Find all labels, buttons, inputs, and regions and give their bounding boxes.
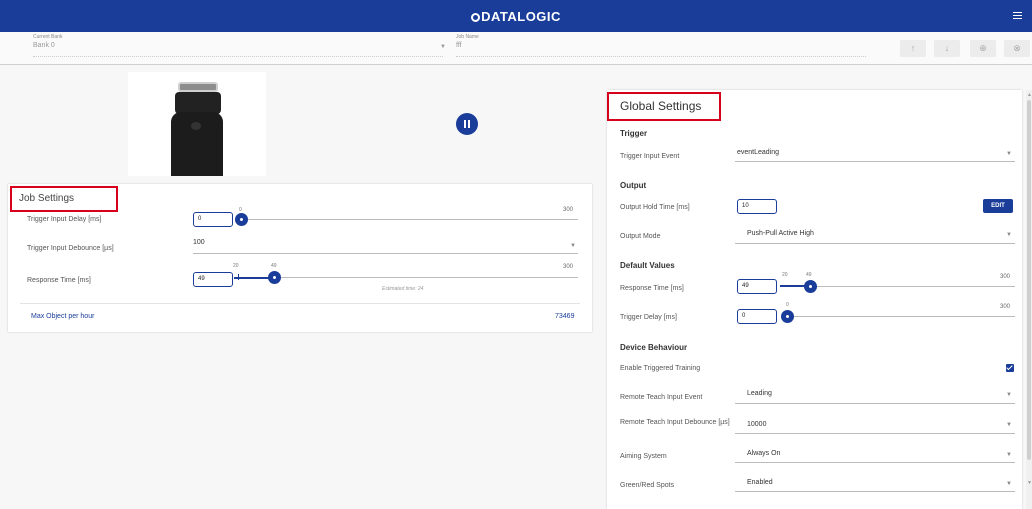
default-response-time-max: 300 [1000,274,1011,280]
current-bank-value[interactable]: Bank 0 [33,42,55,49]
trigger-section-title: Trigger [620,129,648,138]
triggered-training-checkbox[interactable] [1006,364,1014,372]
green-red-spots-label: Green/Red Spots [620,482,675,489]
pause-button[interactable] [456,113,478,135]
trigger-input-event-value[interactable]: eventLeading [737,149,779,156]
output-mode-select[interactable] [735,243,1015,244]
global-settings-title: Global Settings [620,99,702,113]
green-red-spots-dropdown-icon[interactable]: ▼ [1006,481,1012,487]
default-trigger-delay-current: 0 [786,302,789,308]
default-trigger-delay-slider-thumb[interactable] [781,310,794,323]
aiming-system-label: Aiming System [620,453,667,460]
edit-button[interactable]: EDIT [983,199,1013,213]
job-settings-title: Job Settings [19,193,75,204]
move-up-button[interactable]: ↑ [900,40,926,57]
top-app-bar: DATALOGIC [0,0,1032,32]
default-response-time-label: Response Time [ms] [620,285,684,292]
trigger-debounce-label: Trigger Input Debounce [µs] [27,245,114,252]
bank-underline [33,56,443,57]
response-time-slider-thumb[interactable] [268,271,281,284]
logo-mark-icon [471,13,481,22]
green-red-spots-value[interactable]: Enabled [747,479,773,486]
remote-teach-debounce-select[interactable] [735,433,1015,434]
response-time-input[interactable]: 49 [193,272,233,287]
max-object-value: 73469 [555,313,575,320]
max-object-label: Max Object per hour [31,313,95,320]
bank-bar: Current Bank Bank 0 ▼ Job Name fff [0,32,1032,65]
trigger-delay-max: 300 [563,207,574,213]
aiming-system-dropdown-icon[interactable]: ▼ [1006,452,1012,458]
trigger-input-event-select[interactable] [735,161,1015,162]
aiming-system-value[interactable]: Always On [747,450,780,457]
default-trigger-delay-input[interactable]: 0 [737,309,777,324]
trigger-input-event-dropdown-icon[interactable]: ▼ [1006,151,1012,157]
trigger-delay-label: Trigger Input Delay [ms] [27,216,102,223]
output-mode-value[interactable]: Push-Pull Active High [747,230,814,237]
current-bank-label: Current Bank [33,34,63,40]
green-red-spots-select[interactable] [735,491,1015,492]
scroll-up-icon[interactable]: ▲ [1027,92,1032,98]
datalogic-logo: DATALOGIC [0,9,1032,24]
device-behaviour-section-title: Device Behaviour [620,343,688,352]
remove-job-button[interactable]: ⊗ [1004,40,1030,57]
add-job-button[interactable]: ⊕ [970,40,996,57]
default-response-time-current: 49 [806,272,812,278]
job-underline [456,56,866,57]
default-trigger-delay-max: 300 [1000,304,1011,310]
scroll-down-icon[interactable]: ▼ [1027,480,1032,486]
output-hold-time-input[interactable]: 10 [737,199,777,214]
job-settings-divider [20,303,580,304]
response-time-label: Response Time [ms] [27,277,91,284]
default-response-time-input[interactable]: 49 [737,279,777,294]
brand-text: DATALOGIC [481,9,561,24]
remote-teach-event-value[interactable]: Leading [747,390,772,397]
remote-teach-event-select[interactable] [735,403,1015,404]
triggered-training-label: Enable Triggered Training [620,365,701,372]
default-trigger-delay-slider-track[interactable] [786,316,1015,317]
job-name-label: Job Name [456,34,479,40]
trigger-input-event-label: Trigger Input Event [620,153,680,160]
trigger-delay-input[interactable]: 0 [193,212,233,227]
trigger-debounce-dropdown-icon[interactable]: ▼ [570,243,576,249]
response-time-current: 49 [271,263,277,269]
default-values-section-title: Default Values [620,261,675,270]
trigger-debounce-value[interactable]: 100 [193,239,205,246]
response-time-max: 300 [563,264,574,270]
remote-teach-event-dropdown-icon[interactable]: ▼ [1006,392,1012,398]
move-down-button[interactable]: ↓ [934,40,960,57]
response-time-min: 20 [233,263,239,269]
default-response-time-slider-thumb[interactable] [804,280,817,293]
trigger-delay-slider-track[interactable] [240,219,578,220]
aiming-system-select[interactable] [735,462,1015,463]
default-response-time-min: 20 [782,272,788,278]
remote-teach-debounce-value[interactable]: 10000 [747,421,766,428]
bank-dropdown-icon[interactable]: ▼ [440,44,446,50]
response-time-slider-track[interactable] [234,277,578,278]
estimated-time-text: Estimated time: 24 [382,286,424,292]
output-hold-time-label: Output Hold Time [ms] [620,204,690,211]
scrollbar-thumb[interactable] [1027,100,1031,460]
hamburger-menu-icon[interactable] [1013,12,1022,19]
trigger-debounce-select[interactable] [193,253,578,254]
remote-teach-debounce-dropdown-icon[interactable]: ▼ [1006,422,1012,428]
trigger-delay-slider-thumb[interactable] [235,213,248,226]
remote-teach-debounce-label: Remote Teach Input Debounce [µs] [620,419,730,426]
sensor-product-image [128,72,266,176]
default-trigger-delay-label: Trigger Delay [ms] [620,314,677,321]
job-name-value[interactable]: fff [456,42,462,49]
output-mode-label: Output Mode [620,233,661,240]
remote-teach-event-label: Remote Teach Input Event [620,394,703,401]
output-section-title: Output [620,181,647,190]
output-mode-dropdown-icon[interactable]: ▼ [1006,232,1012,238]
